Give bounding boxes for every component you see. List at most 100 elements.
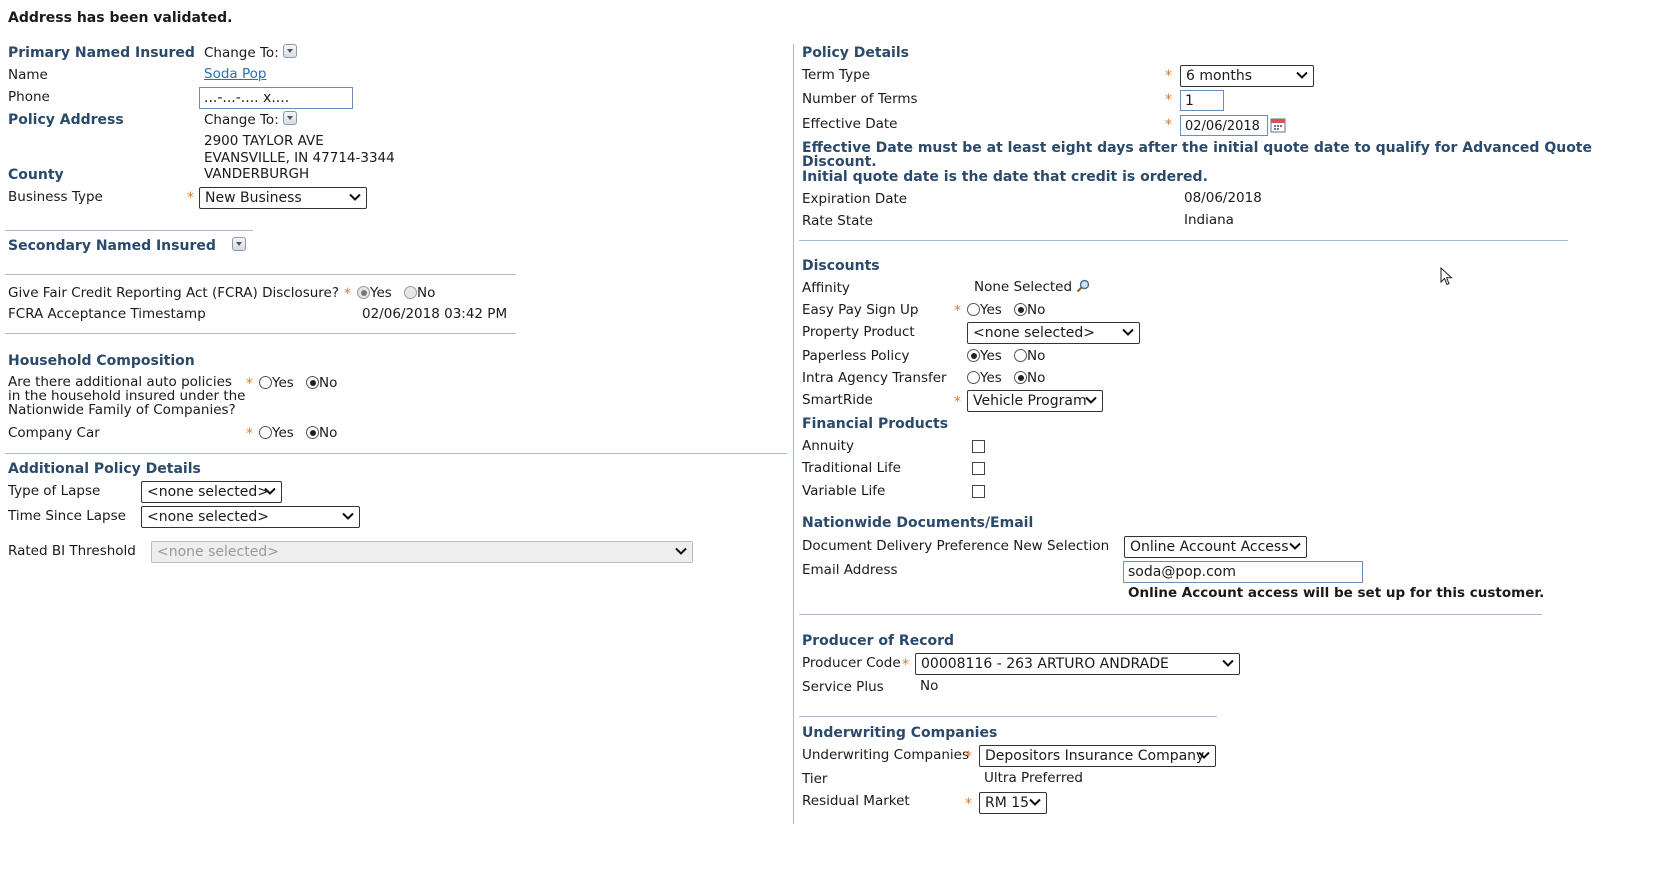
traditional-life-checkbox[interactable] <box>972 462 985 475</box>
company-car-yes-radio[interactable] <box>259 426 272 439</box>
number-of-terms-input[interactable]: 1 <box>1180 90 1224 111</box>
phone-input[interactable]: ...-...-.... x.... <box>199 87 353 109</box>
intra-agency-yes-option[interactable]: Yes <box>967 370 1002 386</box>
paperless-no-option[interactable]: No <box>1014 348 1045 364</box>
smartride-value: Vehicle Program <box>973 393 1087 409</box>
intra-agency-yes-radio[interactable] <box>967 371 980 384</box>
producer-code-value: 00008116 - 263 ARTURO ANDRADE <box>921 656 1169 672</box>
term-type-value: 6 months <box>1186 68 1253 84</box>
divider <box>5 274 516 275</box>
producer-code-label: Producer Code <box>802 655 901 671</box>
expiration-date-value: 08/06/2018 <box>1184 190 1262 206</box>
effective-date-label: Effective Date <box>802 116 898 132</box>
producer-code-select[interactable]: 00008116 - 263 ARTURO ANDRADE <box>915 653 1240 675</box>
chevron-down-icon <box>1084 393 1098 407</box>
type-of-lapse-label: Type of Lapse <box>8 483 101 499</box>
fcra-no-radio[interactable] <box>404 286 417 299</box>
rate-state-label: Rate State <box>802 213 873 229</box>
property-product-select[interactable]: <none selected> <box>967 322 1140 344</box>
household-no-option[interactable]: No <box>306 375 337 391</box>
rated-bi-value: <none selected> <box>157 544 279 560</box>
easy-pay-yes-option[interactable]: Yes <box>967 302 1002 318</box>
paperless-no-radio[interactable] <box>1014 349 1027 362</box>
paperless-yes-option[interactable]: Yes <box>967 348 1002 364</box>
email-input[interactable]: soda@pop.com <box>1123 561 1363 583</box>
rated-bi-label: Rated BI Threshold <box>8 543 136 559</box>
company-car-no-radio[interactable] <box>306 426 319 439</box>
paperless-yes-radio[interactable] <box>967 349 980 362</box>
easy-pay-no-option[interactable]: No <box>1014 302 1045 318</box>
chevron-down-icon <box>1197 748 1211 762</box>
discounts-heading: Discounts <box>802 258 880 274</box>
tier-label: Tier <box>802 771 828 787</box>
mouse-cursor-icon <box>1440 267 1453 286</box>
financial-products-heading: Financial Products <box>802 416 949 432</box>
household-yes-radio[interactable] <box>259 376 272 389</box>
effective-date-notice: Effective Date must be at least eight da… <box>802 141 1592 184</box>
yes-label: Yes <box>980 302 1002 318</box>
effective-date-input[interactable]: 02/06/2018 <box>1180 115 1268 136</box>
easy-pay-no-radio[interactable] <box>1014 303 1027 316</box>
business-type-select[interactable]: New Business <box>199 187 367 209</box>
delivery-preference-value: Online Account Access <box>1130 539 1289 555</box>
intra-agency-no-option[interactable]: No <box>1014 370 1045 386</box>
secondary-named-insured-heading: Secondary Named Insured <box>8 238 216 254</box>
chevron-down-icon <box>1221 656 1235 670</box>
no-label: No <box>417 285 436 301</box>
documents-heading: Nationwide Documents/Email <box>802 515 1034 531</box>
no-label: No <box>1027 348 1046 364</box>
tier-value: Ultra Preferred <box>984 770 1084 786</box>
household-question: Are there additional auto policies in th… <box>8 375 245 417</box>
delivery-preference-label: Document Delivery Preference New Selecti… <box>802 538 1110 554</box>
annuity-label: Annuity <box>802 438 854 454</box>
smartride-select[interactable]: Vehicle Program <box>967 390 1103 412</box>
required-marker: * <box>954 394 961 410</box>
term-type-select[interactable]: 6 months <box>1180 65 1314 87</box>
chevron-down-icon <box>1121 325 1135 339</box>
intra-agency-no-radio[interactable] <box>1014 371 1027 384</box>
delivery-preference-select[interactable]: Online Account Access <box>1124 536 1307 558</box>
household-no-radio[interactable] <box>306 376 319 389</box>
time-since-lapse-select[interactable]: <none selected> <box>141 506 360 528</box>
chevron-down-icon <box>348 190 362 204</box>
property-product-value: <none selected> <box>973 325 1095 341</box>
fcra-yes-option[interactable]: Yes <box>357 285 392 301</box>
variable-life-label: Variable Life <box>802 483 886 499</box>
search-icon[interactable] <box>1076 279 1090 293</box>
type-of-lapse-value: <none selected> <box>147 484 269 500</box>
column-separator <box>793 44 794 824</box>
chevron-down-icon[interactable] <box>232 237 246 251</box>
required-marker: * <box>246 426 253 442</box>
chevron-down-icon[interactable] <box>283 44 298 58</box>
required-marker: * <box>1165 117 1172 133</box>
calendar-icon[interactable] <box>1270 117 1287 133</box>
notice-line: Effective Date must be at least eight da… <box>802 140 1592 156</box>
chevron-down-icon[interactable] <box>283 111 298 125</box>
change-to-insured[interactable]: Change To: <box>204 44 298 61</box>
fcra-yes-radio[interactable] <box>357 286 370 299</box>
change-to-address[interactable]: Change To: <box>204 111 298 128</box>
fcra-timestamp-value: 02/06/2018 03:42 PM <box>362 306 508 322</box>
chevron-down-icon <box>1288 539 1302 553</box>
residual-market-select[interactable]: RM 15 <box>979 792 1047 814</box>
annuity-checkbox[interactable] <box>972 440 985 453</box>
company-car-yes-option[interactable]: Yes <box>259 425 294 441</box>
divider <box>5 230 253 231</box>
company-car-label: Company Car <box>8 425 100 441</box>
primary-named-insured-heading: Primary Named Insured <box>8 45 195 61</box>
county-value: VANDERBURGH <box>204 166 310 182</box>
household-yes-option[interactable]: Yes <box>259 375 294 391</box>
residual-market-value: RM 15 <box>985 795 1030 811</box>
type-of-lapse-select[interactable]: <none selected> <box>141 481 282 503</box>
company-car-no-option[interactable]: No <box>306 425 337 441</box>
required-marker: * <box>1165 68 1172 84</box>
yes-label: Yes <box>272 375 294 391</box>
fcra-no-option[interactable]: No <box>404 285 435 301</box>
underwriting-companies-select[interactable]: Depositors Insurance Company <box>979 745 1216 767</box>
phone-label: Phone <box>8 89 50 105</box>
chevron-down-icon <box>341 509 355 523</box>
easy-pay-yes-radio[interactable] <box>967 303 980 316</box>
no-label: No <box>1027 302 1046 318</box>
insured-name-link[interactable]: Soda Pop <box>204 66 266 82</box>
variable-life-checkbox[interactable] <box>972 485 985 498</box>
